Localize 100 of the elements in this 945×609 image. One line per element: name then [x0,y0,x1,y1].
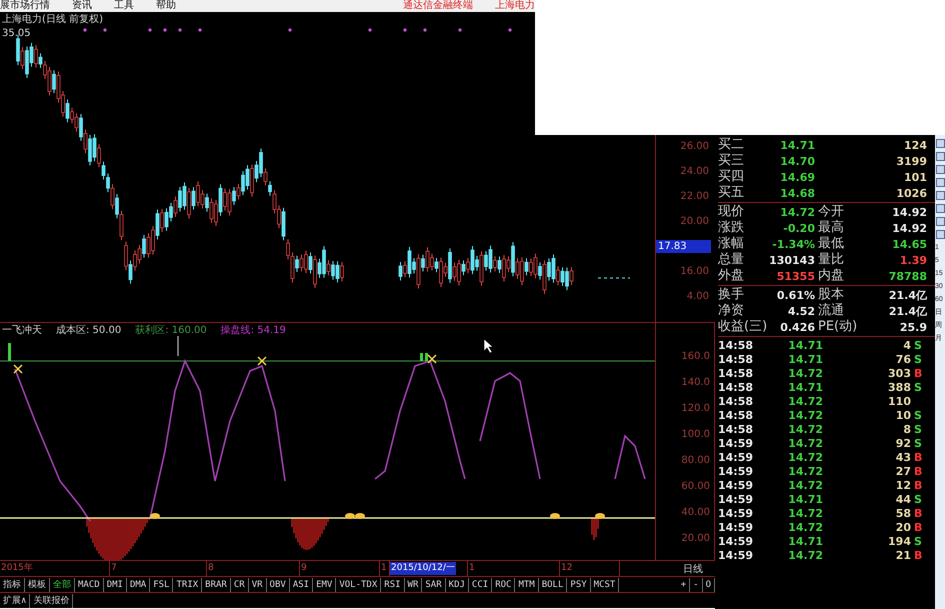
trade-side: B [914,506,924,520]
tick-price: 14.72 [787,394,824,408]
tick-volume: 58 [894,506,912,520]
axis-label: 22.00 [679,190,710,204]
tick-volume: 92 [894,436,912,450]
tick-time: 14:58 [718,394,754,408]
trade-side: S [914,408,923,422]
tick-price: 14.71 [787,352,824,366]
cross-marker [257,356,267,366]
stat-label: 量比 [818,253,845,267]
axis-label: 20.00 [681,532,710,546]
bid-level-label: 买三 [718,154,745,168]
date-label: 1 [380,562,388,575]
stat-label: 最低 [818,237,845,251]
tick-volume: 20 [894,520,912,534]
tick-volume: 10 [894,408,912,422]
stat-value: -1.34% [771,238,816,250]
axis-label: 120.0 [681,402,710,416]
bid-volume: 101 [903,170,928,184]
histogram-bars [84,517,150,560]
indicator-tab[interactable]: MACD [75,578,104,592]
trade-side: B [914,450,924,464]
tick-time: 14:59 [718,478,754,492]
bid-volume: 1026 [895,186,928,200]
date-label: 9 [300,562,308,575]
tick-time: 14:59 [718,548,754,562]
signal-bar [420,353,423,361]
high-price-label: 35.05 [2,27,32,40]
indicator-name: 一飞冲天 [2,325,42,337]
stat-label: 收益(三) [718,320,768,334]
trade-side: B [914,520,924,534]
stat-value: 14.65 [891,238,928,250]
indicator-tab[interactable]: 模板 [25,578,50,592]
stat-value: 14.72 [779,206,816,218]
stat-label: 涨跌 [718,221,745,235]
tick-volume: 76 [894,352,912,366]
tick-price: 14.71 [787,534,824,548]
date-label: 12 [560,562,574,575]
trade-side: S [914,436,923,450]
trade-side: B [914,478,924,492]
legend-value: 获利区: 160.00 [135,325,207,337]
indicator-tab[interactable]: WR [404,578,422,592]
bid-level-label: 买二 [718,138,745,152]
bid-level-label: 买四 [718,170,745,184]
trade-side: B [914,366,924,380]
axis-label: 60.00 [681,480,710,494]
indicator-tab[interactable]: 指标 [0,578,25,592]
date-label: 8 [207,562,215,575]
tick-time: 14:58 [718,408,754,422]
tick-volume: 4 [902,338,912,352]
bid-level-label: 买五 [718,186,745,200]
axis-label: 40.00 [681,506,710,520]
tick-price: 14.72 [787,464,824,478]
stat-value: 78788 [888,270,928,282]
bid-price: 14.70 [779,154,816,168]
signal-marker [550,513,560,519]
indicator-line [614,434,646,480]
bid-volume: 124 [903,138,928,152]
tick-time: 14:58 [718,380,754,394]
trade-side: S [914,352,923,366]
signal-marker [150,513,160,519]
bid-price: 14.68 [779,186,816,200]
period-label: 日线 [683,562,704,576]
stat-label: 股本 [818,288,845,302]
signal-marker [595,513,605,519]
axis-label: 16.00 [679,265,710,279]
menu-item[interactable]: 上海电力 [495,0,535,12]
stat-label: 总量 [718,253,745,267]
stat-label: 外盘 [718,269,745,283]
signal-bar [425,353,428,361]
date-label: 2015年 [0,562,34,575]
menu-item[interactable]: 资讯 [72,0,92,12]
stat-value: 21.4亿 [888,288,928,302]
stat-label: 现价 [718,205,745,219]
tick-time: 14:59 [718,492,754,506]
menu-item[interactable]: 帮助 [156,0,176,12]
pointer-icon [484,339,494,353]
menu-item[interactable]: 通达信金融终端 [403,0,473,12]
trade-side: B [914,548,924,562]
bottom-tab[interactable]: 扩展∧ [0,594,30,608]
tick-volume: 110 [887,394,912,408]
tick-price: 14.72 [787,520,824,534]
tick-volume: 303 [887,366,912,380]
tick-price: 14.72 [787,478,824,492]
trade-side: B [914,464,924,478]
histogram-bars [589,517,601,540]
stat-label: 最高 [818,221,845,235]
cross-marker [427,354,437,364]
legend-value: 操盘线: 54.19 [220,325,286,337]
indicator-tab[interactable]: 全部 [50,578,75,592]
stat-label: 净资 [718,304,745,318]
tick-price: 14.72 [787,366,824,380]
axis-label: 20.00 [679,215,710,229]
axis-label: 140.0 [681,376,710,390]
menu-item[interactable]: 工具 [114,0,134,12]
tick-volume: 8 [902,422,912,436]
date-label: 2015/10/12/一 [390,562,456,575]
bid-volume: 3199 [895,154,928,168]
stat-label: 流通 [818,304,845,318]
chart-title: 上海电力(日线 前复权) [2,13,103,26]
